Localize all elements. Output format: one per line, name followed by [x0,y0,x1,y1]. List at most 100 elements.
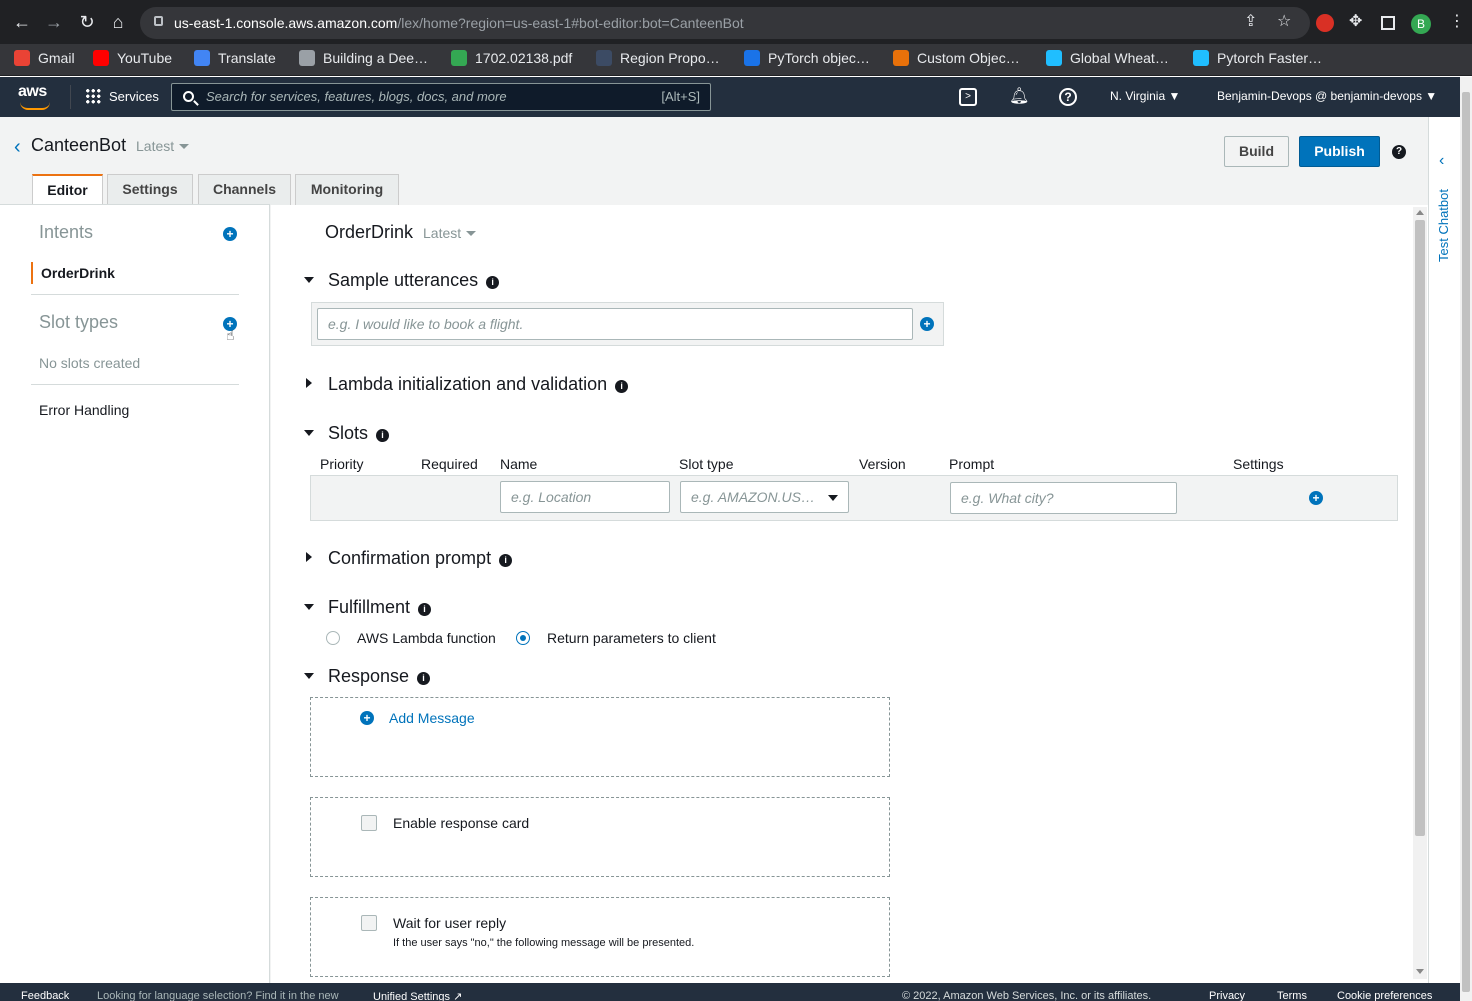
bookmark-label: PyTorch objec… [768,50,870,66]
side-panel-icon[interactable] [1381,16,1395,30]
add-message-plus-icon[interactable]: + [360,711,374,725]
help-icon[interactable]: ? [1059,88,1077,106]
info-icon[interactable]: i [486,276,500,289]
cloudshell-icon[interactable]: > [959,88,977,106]
test-chatbot-label[interactable]: Test Chatbot [1436,189,1451,262]
sidebar-item-error-handling[interactable]: Error Handling [39,402,129,418]
radio-return-parameters[interactable] [516,631,530,645]
share-icon[interactable]: ⇪ [1244,12,1257,32]
bookmark-label: Region Propo… [620,50,720,66]
bookmark-item[interactable]: Building a Dee… [299,44,428,72]
radio-aws-lambda[interactable] [326,631,340,645]
bot-name[interactable]: CanteenBot [31,135,126,156]
tab-settings[interactable]: Settings [107,174,193,205]
lock-icon[interactable] [154,16,163,26]
wait-for-reply-note: If the user says "no," the following mes… [393,937,695,949]
expand-caret-icon [304,604,314,610]
bookmark-item[interactable]: Pytorch Faster… [1193,44,1322,72]
info-icon[interactable]: i [417,672,431,685]
region-selector[interactable]: N. Virginia ▼ [1110,89,1180,103]
utterance-input[interactable]: e.g. I would like to book a flight. [317,308,913,340]
bookmark-item[interactable]: Gmail [14,44,75,72]
back-chevron-icon[interactable]: ‹ [14,136,21,159]
wait-for-user-reply-checkbox[interactable] [361,915,377,931]
aws-console-header: aws Services Search for services, featur… [0,77,1460,117]
slot-prompt-input[interactable]: e.g. What city? [950,482,1177,514]
chevron-left-icon[interactable]: ‹ [1439,152,1444,170]
publish-button[interactable]: Publish [1299,136,1380,167]
home-icon[interactable]: ⌂ [108,12,128,32]
extensions-puzzle-icon[interactable]: ✥ [1349,12,1362,32]
scroll-up-arrow-icon[interactable] [1416,210,1424,215]
enable-response-card-label[interactable]: Enable response card [393,815,529,831]
radio-label-return-parameters[interactable]: Return parameters to client [547,630,716,646]
info-icon[interactable]: i [376,429,390,442]
bookmark-item[interactable]: Translate [194,44,276,72]
address-bar[interactable]: us-east-1.console.aws.amazon.com/lex/hom… [140,7,1310,39]
help-icon[interactable]: ? [1392,145,1406,159]
window-scrollbar-thumb[interactable] [1462,92,1470,992]
section-fulfillment[interactable]: Fulfillment i [304,597,432,618]
bell-icon[interactable]: 🔔︎ [1009,87,1029,107]
bookmark-favicon-icon [93,50,109,66]
bookmark-favicon-icon [14,50,30,66]
tab-editor[interactable]: Editor [32,174,103,206]
back-arrow-icon[interactable]: ← [12,12,32,32]
account-menu[interactable]: Benjamin-Devops @ benjamin-devops ▼ [1217,89,1437,103]
collapse-caret-icon [306,378,312,388]
bookmark-item[interactable]: YouTube [93,44,172,72]
bookmark-favicon-icon [596,50,612,66]
services-menu[interactable]: Services [85,88,159,104]
info-icon[interactable]: i [499,554,513,567]
slot-type-select[interactable]: e.g. AMAZON.US… [680,481,849,513]
info-icon[interactable]: i [418,603,432,616]
enable-response-card-checkbox[interactable] [361,815,377,831]
build-button[interactable]: Build [1224,136,1289,167]
terms-link[interactable]: Terms [1277,990,1307,1001]
tab-monitoring[interactable]: Monitoring [295,174,399,205]
bot-version-dropdown[interactable]: Latest [136,138,190,154]
sidebar-item-orderdrink[interactable]: OrderDrink [31,262,115,284]
section-response[interactable]: Response i [304,666,431,687]
bookmark-label: Custom Objec… [917,50,1020,66]
add-intent-plus-icon[interactable]: + [223,227,237,241]
aws-logo[interactable]: aws [18,83,54,110]
bookmark-label: Pytorch Faster… [1217,50,1323,66]
slot-name-input[interactable]: e.g. Location [500,481,670,513]
profile-avatar[interactable]: B [1411,14,1431,34]
section-confirmation-prompt[interactable]: Confirmation prompt i [304,548,513,569]
expand-caret-icon [304,430,314,436]
browser-menu-icon[interactable]: ⋮ [1449,12,1465,32]
privacy-link[interactable]: Privacy [1209,990,1245,1001]
section-slots[interactable]: Slots i [304,423,390,444]
bookmark-item[interactable]: Region Propo… [596,44,720,72]
region-label: N. Virginia [1110,89,1166,103]
info-icon[interactable]: i [615,380,629,393]
intent-version-dropdown[interactable]: Latest [423,225,477,241]
unified-settings-link[interactable]: Unified Settings ↗ [373,990,462,1001]
section-lambda-initialization[interactable]: Lambda initialization and validation i [304,374,629,395]
bookmark-item[interactable]: 1702.02138.pdf [451,44,572,72]
add-utterance-plus-icon[interactable]: + [920,317,934,331]
caret-down-icon [466,231,477,236]
wait-for-user-reply-label[interactable]: Wait for user reply [393,915,506,931]
add-slot-plus-icon[interactable]: + [1309,491,1323,505]
feedback-link[interactable]: Feedback [21,990,69,1001]
star-icon[interactable]: ☆ [1277,12,1291,32]
add-message-link[interactable]: Add Message [389,710,475,726]
bookmark-item[interactable]: PyTorch objec… [744,44,870,72]
editor-scrollbar-thumb[interactable] [1415,220,1425,836]
forward-arrow-icon[interactable]: → [44,12,64,32]
cookie-preferences-link[interactable]: Cookie preferences [1337,990,1432,1001]
search-input[interactable]: Search for services, features, blogs, do… [171,83,711,111]
bookmark-item[interactable]: Custom Objec… [893,44,1020,72]
section-sample-utterances[interactable]: Sample utterances i [304,270,500,291]
adblock-extension-icon[interactable] [1316,14,1334,32]
scroll-down-arrow-icon[interactable] [1416,969,1424,974]
tab-channels[interactable]: Channels [198,174,291,205]
bookmark-item[interactable]: Global Wheat… [1046,44,1169,72]
reload-icon[interactable]: ↻ [77,12,97,32]
radio-label-aws-lambda[interactable]: AWS Lambda function [357,630,496,646]
expand-caret-icon [304,673,314,679]
slot-new-row [310,475,1398,521]
